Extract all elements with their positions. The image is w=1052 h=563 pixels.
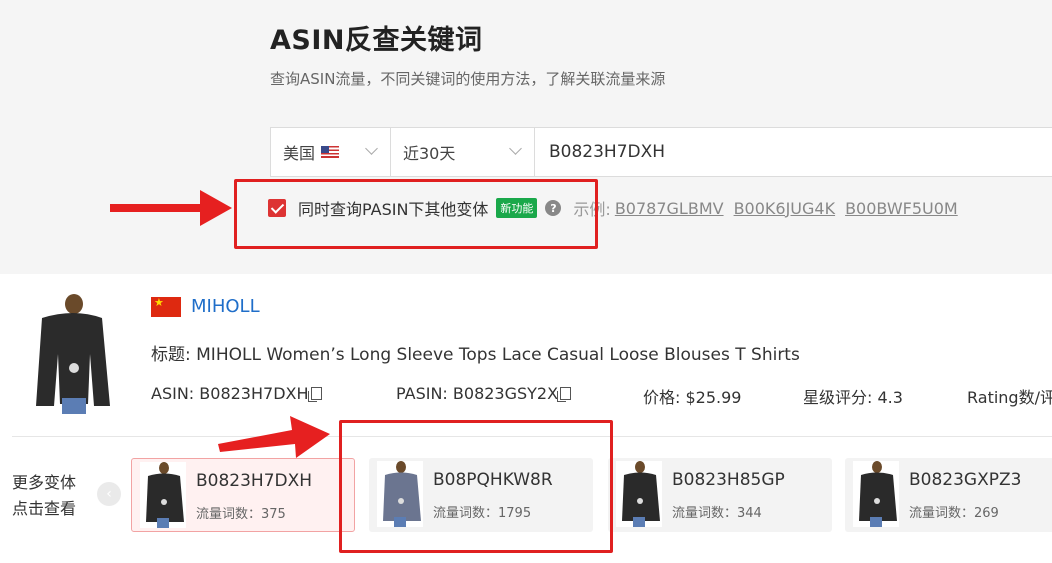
variant-card[interactable]: B0823H85GP 流量词数：344 [608, 458, 832, 532]
count-label: 流量词数： [196, 507, 262, 522]
price-field: 价格: $25.99 [643, 384, 741, 408]
count-value: 269 [974, 506, 999, 521]
copy-icon[interactable] [557, 387, 572, 402]
title-label: 标题: [151, 345, 191, 365]
brand-link[interactable]: MIHOLL [191, 296, 260, 317]
prev-arrow-button[interactable]: ‹ [97, 482, 121, 506]
price-label: 价格: [643, 388, 681, 407]
variant-keyword-count: 流量词数：375 [196, 503, 286, 522]
pasin-field: PASIN: B0823GSY2X [396, 384, 572, 403]
asin-label: ASIN: [151, 384, 195, 403]
country-select[interactable]: 美国 [271, 128, 391, 176]
page-subtitle: 查询ASIN流量，不同关键词的使用方法，了解关联流量来源 [270, 70, 666, 88]
variant-keyword-count: 流量词数：344 [672, 502, 762, 521]
more-variants-line1: 更多变体 [12, 473, 77, 492]
highlight-box [339, 420, 613, 553]
rating-label: 星级评分: [803, 388, 873, 407]
search-bar: 美国 近30天 [270, 127, 1052, 177]
variant-card[interactable]: B0823GXPZ3 流量词数：269 [845, 458, 1052, 532]
rating-count-field: Rating数/评 [967, 384, 1052, 408]
country-label: 美国 [283, 144, 316, 163]
variant-asin: B0823H7DXH [196, 471, 313, 491]
count-value: 375 [261, 507, 286, 522]
copy-icon[interactable] [307, 387, 322, 402]
rating-value: 4.3 [877, 388, 903, 407]
rating-field: 星级评分: 4.3 [803, 384, 903, 408]
count-label: 流量词数： [909, 506, 975, 521]
highlight-box [234, 179, 598, 249]
product-image[interactable] [24, 294, 116, 414]
price-value: $25.99 [685, 388, 742, 407]
product-title: MIHOLL Women’s Long Sleeve Tops Lace Cas… [196, 345, 800, 365]
count-label: 流量词数： [672, 506, 738, 521]
asin-field: ASIN: B0823H7DXH [151, 384, 322, 403]
pasin-value: B0823GSY2X [452, 384, 559, 403]
asin-value: B0823H7DXH [199, 384, 309, 403]
brand-row: MIHOLL [151, 296, 260, 317]
chevron-down-icon [509, 142, 522, 155]
rating-count-label: Rating数/评 [967, 388, 1052, 407]
more-variants-label: 更多变体 点击查看 [12, 470, 76, 522]
period-label: 近30天 [403, 144, 456, 163]
example-links: 示例: B0787GLBMV B00K6JUG4K B00BWF5U0M [573, 196, 963, 220]
variant-keyword-count: 流量词数：269 [909, 502, 999, 521]
variant-card[interactable]: B0823H7DXH 流量词数：375 [131, 458, 355, 532]
asin-input[interactable] [535, 128, 1052, 176]
count-value: 344 [737, 506, 762, 521]
period-select[interactable]: 近30天 [391, 128, 535, 176]
example-link-1[interactable]: B0787GLBMV [615, 199, 724, 218]
variant-image [140, 462, 186, 528]
page-title: ASIN反查关键词 [270, 25, 483, 56]
example-link-2[interactable]: B00K6JUG4K [734, 199, 836, 218]
variant-asin: B0823H85GP [672, 470, 785, 490]
china-flag-icon [151, 296, 181, 317]
product-title-row: 标题: MIHOLL Women’s Long Sleeve Tops Lace… [151, 340, 800, 365]
chevron-left-icon: ‹ [106, 486, 112, 502]
variant-image [853, 461, 899, 527]
chevron-down-icon [365, 142, 378, 155]
example-link-3[interactable]: B00BWF5U0M [845, 199, 958, 218]
variant-image [616, 461, 662, 527]
us-flag-icon [321, 146, 340, 158]
more-variants-line2: 点击查看 [12, 499, 77, 518]
variant-asin: B0823GXPZ3 [909, 470, 1022, 490]
pasin-label: PASIN: [396, 384, 448, 403]
